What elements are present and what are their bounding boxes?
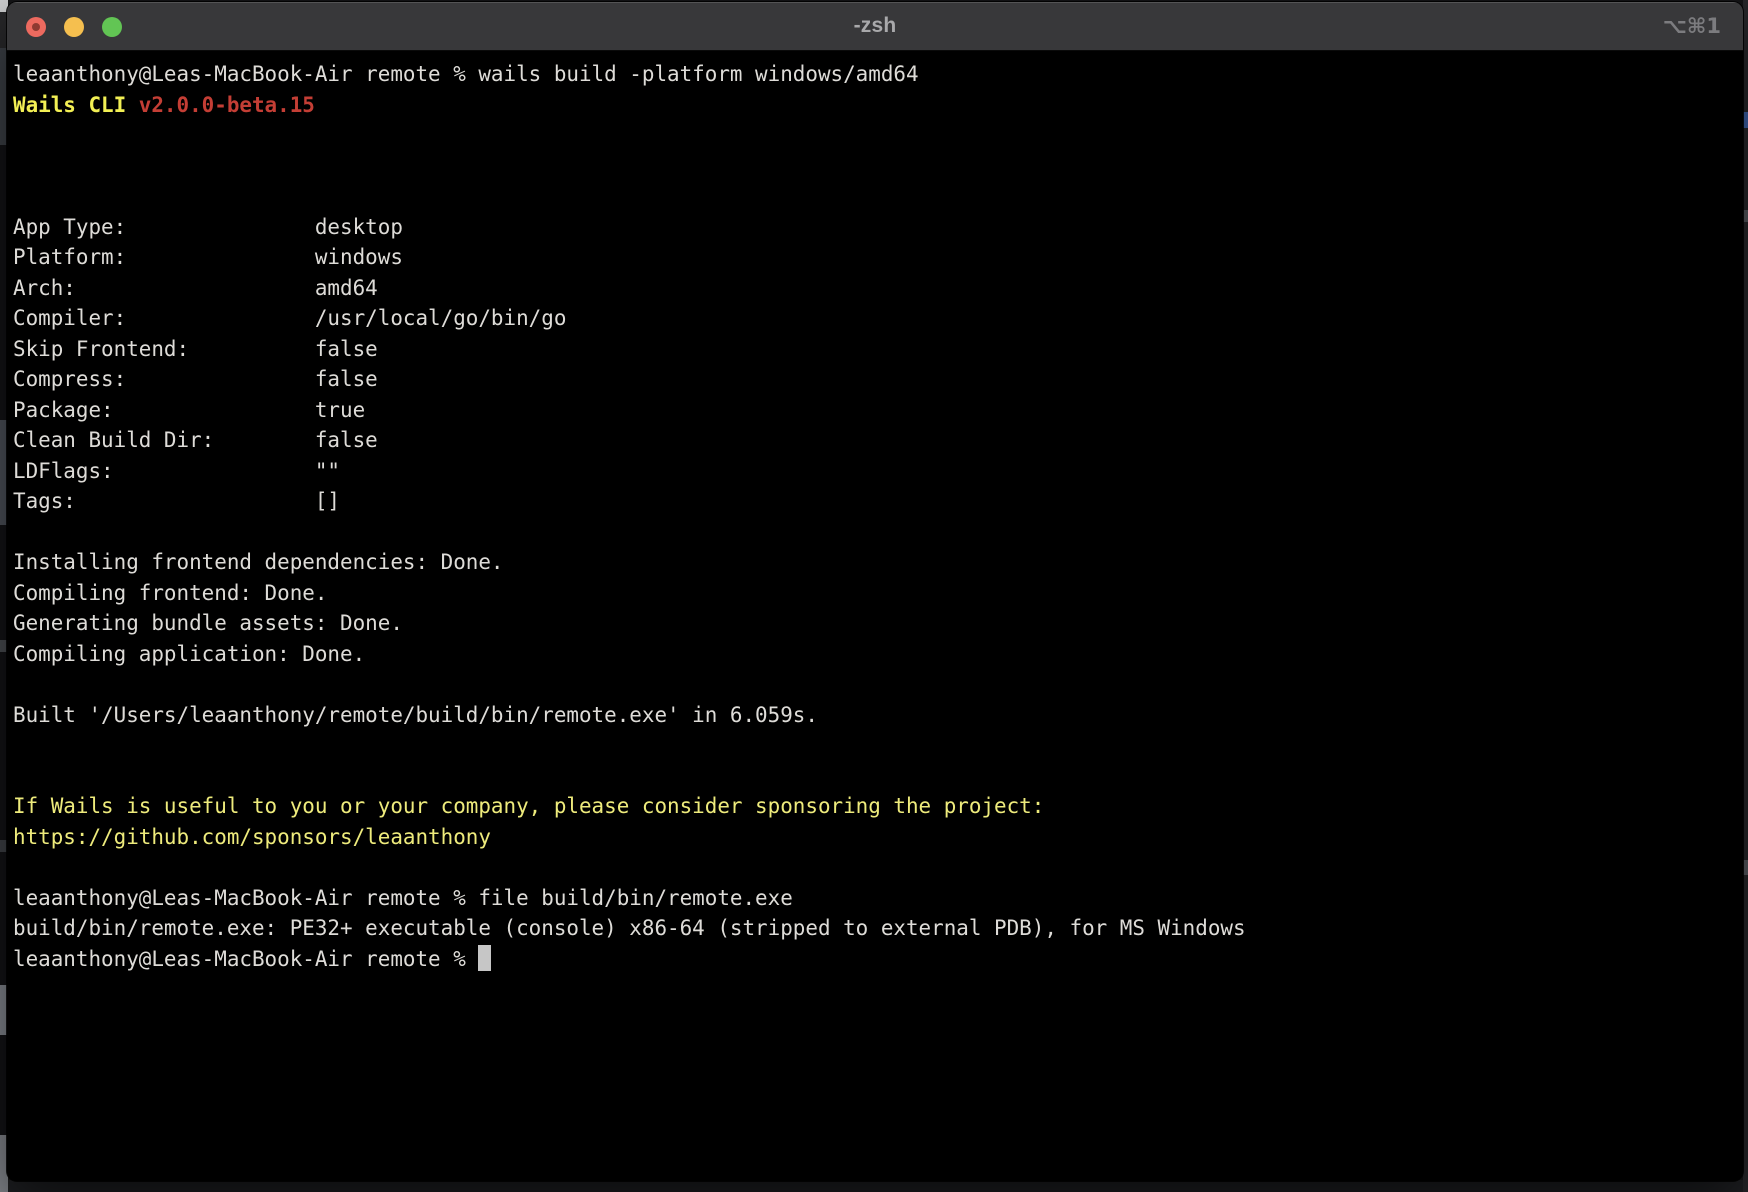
terminal-text-segment: Wails CLI xyxy=(13,93,139,117)
terminal-text-segment: LDFlags: "" xyxy=(13,459,340,483)
terminal-text-segment: Compiler: /usr/local/go/bin/go xyxy=(13,306,566,330)
terminal-line: Compiling application: Done. xyxy=(13,639,1739,670)
window-title: -zsh xyxy=(854,14,897,38)
terminal-line: leaanthony@Leas-MacBook-Air remote % fil… xyxy=(13,883,1739,914)
terminal-text-segment: https://github.com/sponsors/leaanthony xyxy=(13,825,491,849)
terminal-text-segment: Clean Build Dir: false xyxy=(13,428,378,452)
terminal-text-segment: Skip Frontend: false xyxy=(13,337,378,361)
terminal-text-segment: If Wails is useful to you or your compan… xyxy=(13,794,1044,818)
terminal-line xyxy=(13,669,1739,700)
terminal-line: LDFlags: "" xyxy=(13,456,1739,487)
background-fragment xyxy=(1743,860,1748,875)
terminal-line: Generating bundle assets: Done. xyxy=(13,608,1739,639)
background-window-sliver-right xyxy=(1743,0,1748,1192)
terminal-text-segment: Compiling application: Done. xyxy=(13,642,365,666)
terminal-line: Built '/Users/leaanthony/remote/build/bi… xyxy=(13,700,1739,731)
terminal-line: Clean Build Dir: false xyxy=(13,425,1739,456)
desktop-bottom-strip xyxy=(8,1180,1743,1192)
terminal-line: leaanthony@Leas-MacBook-Air remote % wai… xyxy=(13,59,1739,90)
terminal-text-segment: Platform: windows xyxy=(13,245,403,269)
terminal-line: Package: true xyxy=(13,395,1739,426)
terminal-text-segment: Tags: [] xyxy=(13,489,340,513)
terminal-line: Compiling frontend: Done. xyxy=(13,578,1739,609)
terminal-text-segment: Compiling frontend: Done. xyxy=(13,581,327,605)
terminal-output[interactable]: leaanthony@Leas-MacBook-Air remote % wai… xyxy=(7,51,1743,1181)
minimize-button[interactable] xyxy=(64,17,84,37)
terminal-text-segment: App Type: desktop xyxy=(13,215,403,239)
terminal-line: Tags: [] xyxy=(13,486,1739,517)
terminal-line: Compress: false xyxy=(13,364,1739,395)
zoom-button[interactable] xyxy=(102,17,122,37)
terminal-text-segment: v2.0.0-beta.15 xyxy=(139,93,315,117)
close-modified-dot-icon xyxy=(32,23,40,31)
terminal-line: App Type: desktop xyxy=(13,212,1739,243)
background-fragment xyxy=(1743,210,1748,222)
terminal-line: leaanthony@Leas-MacBook-Air remote % xyxy=(13,944,1739,975)
background-fragment xyxy=(1743,112,1748,128)
terminal-cursor xyxy=(478,945,491,971)
terminal-text-segment: Installing frontend dependencies: Done. xyxy=(13,550,504,574)
terminal-window: -zsh ⌥⌘1 leaanthony@Leas-MacBook-Air rem… xyxy=(7,2,1743,1181)
window-titlebar[interactable]: -zsh ⌥⌘1 xyxy=(7,2,1743,51)
terminal-line: Arch: amd64 xyxy=(13,273,1739,304)
terminal-line: Compiler: /usr/local/go/bin/go xyxy=(13,303,1739,334)
terminal-line xyxy=(13,852,1739,883)
terminal-line: Installing frontend dependencies: Done. xyxy=(13,547,1739,578)
terminal-line xyxy=(13,730,1739,761)
terminal-line xyxy=(13,151,1739,182)
terminal-line: If Wails is useful to you or your compan… xyxy=(13,791,1739,822)
terminal-line xyxy=(13,120,1739,151)
window-shortcut-badge: ⌥⌘1 xyxy=(1663,2,1721,50)
terminal-text-segment: leaanthony@Leas-MacBook-Air remote % xyxy=(13,947,478,971)
traffic-lights xyxy=(26,17,122,37)
terminal-line: build/bin/remote.exe: PE32+ executable (… xyxy=(13,913,1739,944)
terminal-text-segment: Compress: false xyxy=(13,367,378,391)
terminal-text-segment: Arch: amd64 xyxy=(13,276,378,300)
terminal-text-segment: Generating bundle assets: Done. xyxy=(13,611,403,635)
terminal-line xyxy=(13,517,1739,548)
terminal-line: Platform: windows xyxy=(13,242,1739,273)
terminal-text-segment: leaanthony@Leas-MacBook-Air remote % fil… xyxy=(13,886,793,910)
desktop-background: -zsh ⌥⌘1 leaanthony@Leas-MacBook-Air rem… xyxy=(0,0,1748,1192)
terminal-text-segment: Package: true xyxy=(13,398,365,422)
terminal-line: https://github.com/sponsors/leaanthony xyxy=(13,822,1739,853)
terminal-line xyxy=(13,761,1739,792)
terminal-text-segment: build/bin/remote.exe: PE32+ executable (… xyxy=(13,916,1246,940)
terminal-line: Wails CLI v2.0.0-beta.15 xyxy=(13,90,1739,121)
terminal-text-segment: Built '/Users/leaanthony/remote/build/bi… xyxy=(13,703,818,727)
terminal-line: Skip Frontend: false xyxy=(13,334,1739,365)
terminal-line xyxy=(13,181,1739,212)
terminal-text-segment: leaanthony@Leas-MacBook-Air remote % wai… xyxy=(13,62,919,86)
close-button[interactable] xyxy=(26,17,46,37)
